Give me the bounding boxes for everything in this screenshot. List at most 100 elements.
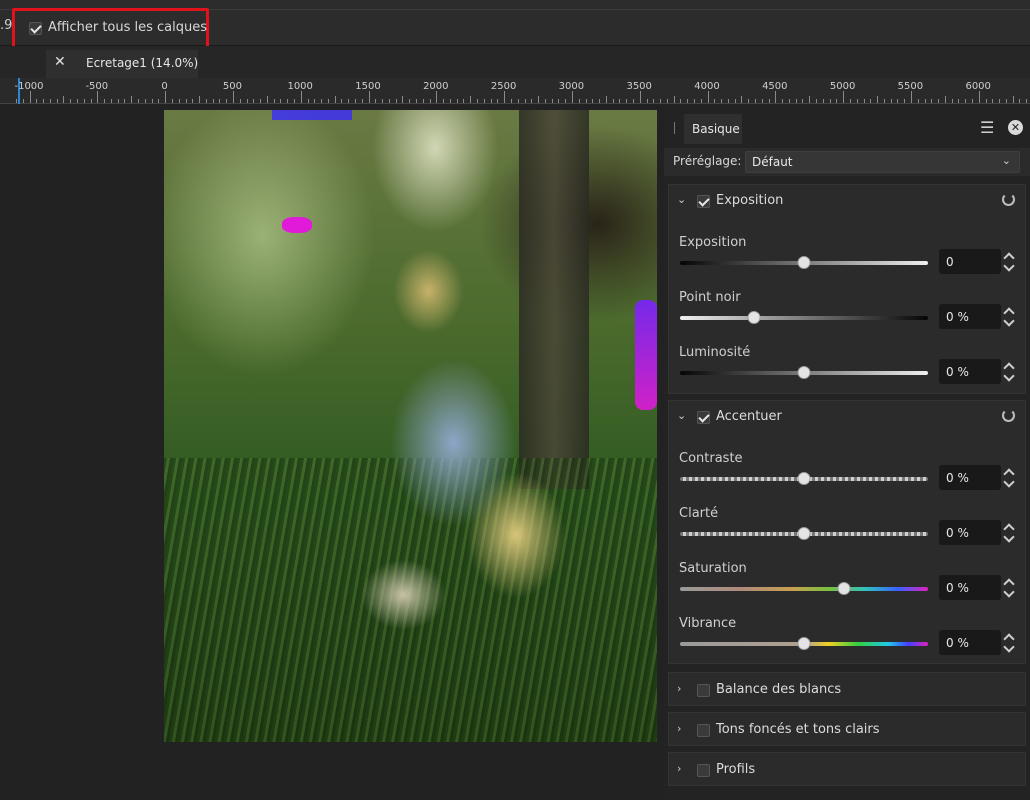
stepper-arrows-icon[interactable]	[1002, 249, 1016, 274]
ruler-tick	[571, 91, 573, 103]
slider-value-field[interactable]: 0	[939, 249, 1001, 274]
image-statue-figure	[341, 236, 592, 697]
section-collapsed[interactable]: › Tons foncés et tons clairs	[668, 712, 1026, 746]
ruler-tick	[477, 99, 479, 103]
chevron-right-icon[interactable]: ›	[677, 762, 681, 775]
section-header[interactable]: ⌄ Exposition	[669, 185, 1025, 217]
slider-handle[interactable]	[837, 582, 851, 595]
slider-label: Saturation	[679, 561, 747, 576]
ruler-tick	[490, 99, 492, 103]
slider-handle[interactable]	[797, 256, 811, 269]
adjustments-panel: Basique ☰ ✕ Préréglage: Défaut ⌄ ⌄ Exposi…	[664, 104, 1030, 800]
document-image[interactable]	[164, 110, 657, 742]
close-icon[interactable]: ✕	[1008, 120, 1023, 135]
chevron-right-icon[interactable]: ›	[677, 722, 681, 735]
ruler-tick	[700, 99, 702, 103]
horizontal-ruler[interactable]: -1000 -500 0 500 1000 1500 2000 2500 3000 3500 400…	[0, 78, 1030, 104]
slider-track[interactable]	[680, 587, 928, 591]
ruler-tick	[429, 99, 431, 103]
slider-value-field[interactable]: 0 %	[939, 630, 1001, 655]
ruler-tick	[16, 99, 17, 103]
ruler-tick	[483, 99, 485, 103]
slider-handle[interactable]	[797, 637, 811, 650]
slider-track[interactable]	[680, 316, 928, 320]
ruler-tick	[890, 99, 892, 103]
slider-value-field[interactable]: 0 %	[939, 304, 1001, 329]
stepper-arrows-icon[interactable]	[1002, 520, 1016, 545]
stepper-arrows-icon[interactable]	[1002, 359, 1016, 384]
section-enable-checkbox[interactable]	[697, 684, 710, 697]
ruler-tick	[260, 99, 262, 103]
section-enable-checkbox[interactable]	[697, 195, 710, 208]
slider-value-field[interactable]: 0 %	[939, 465, 1001, 490]
slider-value-field[interactable]: 0 %	[939, 520, 1001, 545]
ruler-tick	[849, 99, 851, 103]
show-all-layers-checkbox[interactable]	[29, 22, 42, 35]
ruler-tick	[971, 99, 973, 103]
section-enable-checkbox[interactable]	[697, 411, 710, 424]
ruler-tick	[612, 99, 614, 103]
section-exposition: ⌄ Exposition Exposition 0 Point noir 0 % Lumin…	[668, 184, 1026, 394]
slider-row: Point noir 0 %	[669, 290, 1025, 345]
stepper-arrows-icon[interactable]	[1002, 304, 1016, 329]
ruler-tick	[978, 91, 980, 103]
chevron-down-icon[interactable]: ⌄	[677, 193, 686, 206]
panel-tab-basic[interactable]: Basique	[684, 114, 742, 144]
section-enable-checkbox[interactable]	[697, 764, 710, 777]
document-tab[interactable]: ✕ Ecretage1 (14.0%)	[46, 50, 198, 78]
ruler-tick	[293, 99, 295, 103]
slider-label: Luminosité	[679, 345, 751, 360]
ruler-tick	[436, 91, 438, 103]
section-header[interactable]: ⌄ Accentuer	[669, 401, 1025, 433]
ruler-tick	[422, 99, 424, 103]
section-collapsed[interactable]: › Profils	[668, 752, 1026, 786]
hamburger-icon[interactable]: ☰	[980, 118, 994, 137]
section-collapsed[interactable]: › Balance des blancs	[668, 672, 1026, 706]
slider-handle[interactable]	[797, 527, 811, 540]
panel-grip[interactable]	[674, 122, 675, 134]
ruler-tick	[544, 99, 546, 103]
document-tab-title: Ecretage1 (14.0%)	[86, 56, 199, 70]
ruler-tick	[626, 99, 628, 103]
ruler-tick	[551, 99, 553, 103]
section-title: Tons foncés et tons clairs	[716, 722, 880, 737]
ruler-tick	[355, 99, 356, 103]
ruler-tick	[334, 96, 336, 103]
slider-handle[interactable]	[797, 366, 811, 379]
slider-row: Exposition 0	[669, 235, 1025, 290]
ruler-tick	[90, 99, 92, 103]
ruler-tick	[1012, 96, 1014, 103]
context-toolbar: .9 Afficher tous les calques	[0, 0, 1030, 49]
ruler-tick	[510, 99, 512, 103]
ruler-tick	[592, 99, 594, 103]
slider-handle[interactable]	[747, 311, 761, 324]
stepper-arrows-icon[interactable]	[1002, 575, 1016, 600]
ruler-tick	[205, 99, 207, 103]
reset-icon[interactable]	[1002, 409, 1015, 422]
stepper-arrows-icon[interactable]	[1002, 630, 1016, 655]
preset-select[interactable]: Défaut ⌄	[745, 151, 1020, 173]
ruler-tick	[300, 91, 302, 103]
reset-icon[interactable]	[1002, 193, 1015, 206]
slider-value-field[interactable]: 0 %	[939, 359, 1001, 384]
close-tab-icon[interactable]: ✕	[54, 54, 66, 70]
ruler-tick	[768, 99, 770, 103]
ruler-tick	[748, 99, 750, 103]
stepper-arrows-icon[interactable]	[1002, 465, 1016, 490]
preset-label: Préréglage:	[673, 154, 742, 168]
ruler-tick	[266, 96, 268, 103]
section-enable-checkbox[interactable]	[697, 724, 710, 737]
ruler-tick	[822, 99, 824, 103]
chevron-down-icon[interactable]: ⌄	[677, 409, 686, 422]
ruler-tick	[239, 99, 241, 103]
ruler-tick	[578, 99, 580, 103]
ruler-tick	[775, 91, 777, 103]
slider-label: Point noir	[679, 290, 741, 305]
show-all-layers-option[interactable]: Afficher tous les calques	[12, 8, 209, 49]
slider-handle[interactable]	[797, 472, 811, 485]
chevron-right-icon[interactable]: ›	[677, 682, 681, 695]
ruler-tick	[497, 99, 499, 103]
slider-value-field[interactable]: 0 %	[939, 575, 1001, 600]
ruler-tick	[110, 99, 112, 103]
ruler-tick	[165, 91, 167, 103]
